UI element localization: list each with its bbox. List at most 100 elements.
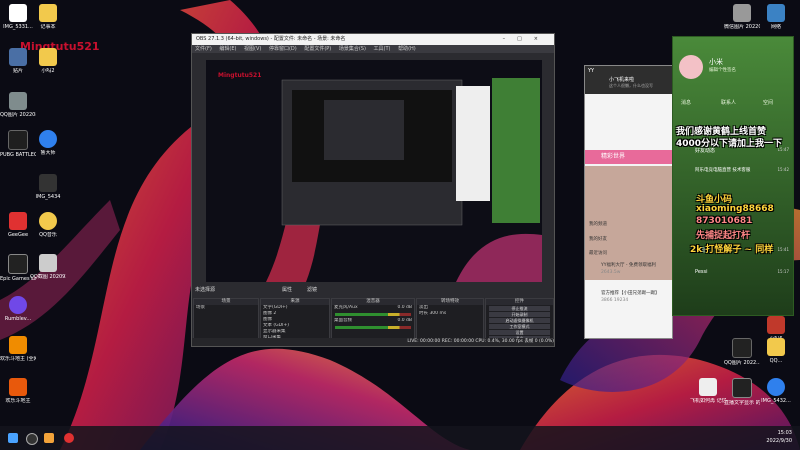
folder-icon — [39, 4, 57, 22]
tab-contacts[interactable]: 联系人 — [721, 99, 736, 106]
virtual-camera-button[interactable]: 启动虚拟摄像机 — [489, 318, 550, 323]
clock-time: 15:03 — [777, 430, 792, 436]
obs-title: OBS 27.1.3 (64-bit, windows) - 配置文件: 未命名… — [196, 36, 346, 42]
menu-help[interactable]: 帮助(H) — [398, 46, 416, 52]
yy-subtitle: 这个人很懒，什么也没写 — [609, 83, 653, 88]
yy-list-meta: 3866 19234 — [601, 298, 629, 303]
danmaku-text: xiaoming88668 — [696, 204, 774, 214]
settings-button[interactable]: 设置 — [489, 330, 550, 335]
menu-scene-collection[interactable]: 场景集合(S) — [339, 46, 366, 52]
preview-overlay-text: Mingtutu521 — [218, 72, 262, 79]
desktop-icon[interactable]: 记事本 — [30, 4, 66, 30]
yy-list-title[interactable]: 官方推荐【小田兄弟踢一踢】 — [601, 290, 660, 296]
maximize-icon[interactable]: □ — [517, 36, 534, 42]
close-icon[interactable]: × — [534, 36, 550, 42]
image-icon — [9, 4, 27, 22]
desktop-icon[interactable]: QQ音乐 — [30, 212, 66, 238]
minimize-icon[interactable]: – — [503, 36, 518, 42]
desktop-icon[interactable]: 小吗2 — [30, 48, 66, 74]
image-icon — [733, 4, 751, 22]
menu-edit[interactable]: 编辑(E) — [219, 46, 236, 52]
profile-name: 小米 — [709, 58, 723, 66]
clock-date: 2022/9/30 — [766, 438, 792, 444]
obs-source-toolbar: 未选择源 属性 滤镜 — [192, 286, 554, 294]
preview-mirror — [206, 60, 542, 282]
contact-item[interactable]: Pessi — [695, 269, 708, 275]
game-icon — [9, 378, 27, 396]
taskbar: 15:03 2022/9/30 — [0, 426, 800, 450]
contact-time: 15:42 — [777, 167, 789, 172]
system-clock[interactable]: 15:03 2022/9/30 — [766, 429, 792, 445]
studio-mode-button[interactable]: 工作室模式 — [489, 324, 550, 329]
filters-button[interactable]: 滤镜 — [307, 286, 317, 294]
app-taskbar-icon[interactable] — [64, 433, 74, 443]
image-icon — [732, 338, 752, 358]
image-icon — [9, 48, 27, 66]
obs-preview-canvas[interactable]: Mingtutu521 — [206, 60, 542, 282]
danmaku-text: 先捕捉起打杆 — [696, 231, 751, 241]
no-source-label: 未选择源 — [195, 287, 216, 293]
menu-profile[interactable]: 配置文件(P) — [304, 46, 331, 52]
desktop-icon[interactable]: QQ截图 2020926... — [30, 254, 66, 280]
stop-streaming-button[interactable]: 停止推流 — [489, 306, 550, 311]
desktop-icon[interactable]: Rumblev... — [0, 296, 36, 322]
yy-user: 小飞机来啦 — [609, 77, 635, 83]
tab-messages[interactable]: 消息 — [681, 99, 691, 106]
desktop-icon[interactable]: QQ图片 20220823... — [0, 92, 36, 118]
image-icon — [767, 378, 785, 396]
file-icon — [699, 378, 717, 396]
avatar[interactable] — [679, 55, 703, 79]
desktop-icon[interactable]: 欢乐斗地主 (全网大... — [0, 336, 36, 362]
yy-banner[interactable]: 精彩世界 — [585, 150, 672, 164]
image-icon — [767, 316, 785, 334]
volume-meter — [335, 326, 411, 329]
network-icon — [767, 4, 785, 22]
controls-dock-title: 控件 — [486, 299, 553, 305]
windows-start-icon[interactable] — [8, 433, 18, 443]
desktop-icon[interactable]: 飞机如何再 记忆 — [690, 378, 726, 404]
desktop-icon[interactable]: IMG_5432... — [758, 378, 794, 404]
scene-item[interactable]: 场景 — [194, 305, 258, 311]
obs-statusbar: LIVE: 00:00:00 REC: 00:00:00 CPU: 0.4%, … — [192, 338, 554, 346]
tab-space[interactable]: 空间 — [763, 99, 773, 106]
menu-docks[interactable]: 停靠窗口(D) — [269, 46, 297, 52]
yy-menu-item[interactable]: 最近访问 — [589, 250, 607, 256]
yy-menu-item[interactable]: 我的好友 — [589, 236, 607, 242]
obs-titlebar[interactable]: OBS 27.1.3 (64-bit, windows) - 配置文件: 未命名… — [192, 34, 554, 45]
desktop-icon[interactable]: 网络 — [758, 4, 794, 30]
contact-item[interactable]: 阿乐电竞电脑直营 技术客服 — [695, 167, 750, 173]
start-recording-button[interactable]: 开始录制 — [489, 312, 550, 317]
obs-window[interactable]: OBS 27.1.3 (64-bit, windows) - 配置文件: 未命名… — [191, 33, 555, 347]
game-icon — [8, 130, 28, 150]
desktop-icon[interactable]: IMG_5434 — [30, 174, 66, 200]
qq-contact-panel[interactable]: 小米 编辑个性签名 消息 联系人 空间 好友动态 15:47 阿乐电竞电脑直营 … — [672, 36, 794, 316]
yy-window[interactable]: YY 小飞机来啦 这个人很懒，什么也没写 精彩世界 我的频道 我的好友 最近访问… — [584, 65, 673, 339]
app-taskbar-icon[interactable] — [44, 433, 54, 443]
game-icon — [9, 296, 27, 314]
volume-meter — [335, 313, 411, 316]
menu-file[interactable]: 文件(F) — [195, 46, 212, 52]
image-icon — [9, 92, 27, 110]
menu-view[interactable]: 视图(V) — [244, 46, 261, 52]
desktop-icon[interactable]: 鲁大师 — [30, 130, 66, 156]
duration-input[interactable]: 300 ms — [429, 311, 446, 316]
desktop-icon[interactable]: QQ... — [758, 338, 794, 364]
obs-taskbar-icon[interactable] — [26, 433, 38, 445]
desktop-icon[interactable]: 欢乐斗地主 — [0, 378, 36, 404]
desktop-icon[interactable]: 直播文字显示 的插件 — [724, 378, 760, 406]
app-icon — [9, 212, 27, 230]
folder-icon — [39, 48, 57, 66]
music-icon — [39, 212, 57, 230]
yy-title: YY — [588, 68, 595, 74]
duration-row: 时长 300 ms — [419, 311, 447, 316]
mixer-channel-label: 桌面音频 0.0 dB — [334, 318, 412, 323]
file-icon — [732, 378, 752, 398]
yy-list-title[interactable]: YY福利大厅 - 免费领取福利 — [601, 262, 656, 268]
properties-button[interactable]: 属性 — [282, 286, 292, 294]
menu-tools[interactable]: 工具(T) — [374, 46, 391, 52]
profile-signature[interactable]: 编辑个性签名 — [709, 67, 736, 73]
danmaku-text: 873010681 — [696, 216, 753, 226]
desktop-icon[interactable]: 微信图片 20220... — [724, 4, 760, 30]
desktop-icon[interactable]: QQ图片 2022... — [724, 338, 760, 366]
yy-menu-item[interactable]: 我的频道 — [589, 221, 607, 227]
